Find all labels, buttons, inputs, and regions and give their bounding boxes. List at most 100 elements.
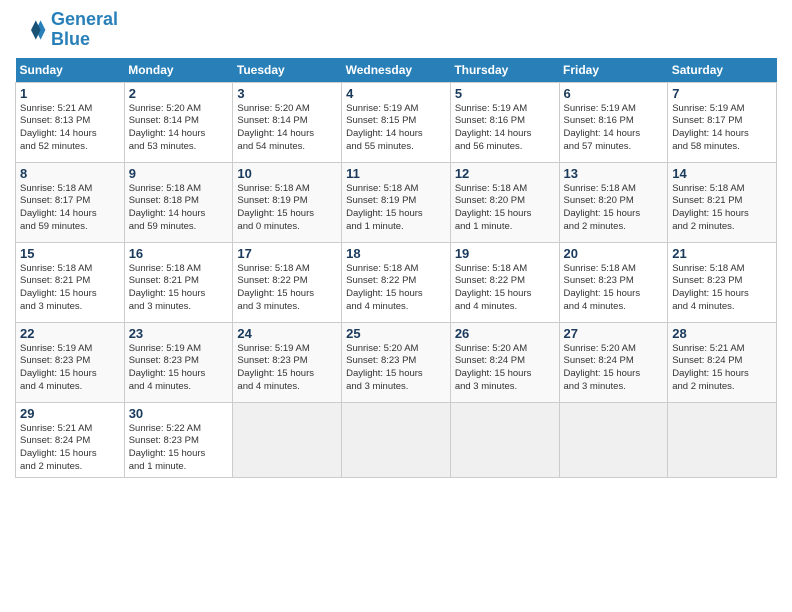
day-number: 25 xyxy=(346,326,446,341)
logo-text: General Blue xyxy=(51,10,118,50)
day-number: 27 xyxy=(564,326,664,341)
calendar-cell: 27 Sunrise: 5:20 AM Sunset: 8:24 PM Dayli… xyxy=(559,322,668,402)
calendar-cell: 10 Sunrise: 5:18 AM Sunset: 8:19 PM Dayli… xyxy=(233,162,342,242)
calendar-cell: 26 Sunrise: 5:20 AM Sunset: 8:24 PM Dayli… xyxy=(450,322,559,402)
day-info: Sunrise: 5:18 AM Sunset: 8:20 PM Dayligh… xyxy=(455,183,555,234)
day-header-thursday: Thursday xyxy=(450,58,559,83)
calendar-table: SundayMondayTuesdayWednesdayThursdayFrid… xyxy=(15,58,777,478)
day-info: Sunrise: 5:18 AM Sunset: 8:23 PM Dayligh… xyxy=(564,263,664,314)
day-info: Sunrise: 5:22 AM Sunset: 8:23 PM Dayligh… xyxy=(129,423,229,474)
day-number: 13 xyxy=(564,166,664,181)
calendar-cell: 2 Sunrise: 5:20 AM Sunset: 8:14 PM Daylig… xyxy=(124,82,233,162)
calendar-header: SundayMondayTuesdayWednesdayThursdayFrid… xyxy=(16,58,777,83)
day-number: 30 xyxy=(129,406,229,421)
day-header-tuesday: Tuesday xyxy=(233,58,342,83)
calendar-cell: 15 Sunrise: 5:18 AM Sunset: 8:21 PM Dayli… xyxy=(16,242,125,322)
calendar-cell: 25 Sunrise: 5:20 AM Sunset: 8:23 PM Dayli… xyxy=(342,322,451,402)
calendar-cell: 3Sunrise: 5:20 AM Sunset: 8:14 PM Daylig… xyxy=(233,82,342,162)
day-info: Sunrise: 5:18 AM Sunset: 8:19 PM Dayligh… xyxy=(346,183,446,234)
header: General Blue xyxy=(15,10,777,50)
day-info: Sunrise: 5:19 AM Sunset: 8:23 PM Dayligh… xyxy=(20,343,120,394)
calendar-cell: 28 Sunrise: 5:21 AM Sunset: 8:24 PM Dayli… xyxy=(668,322,777,402)
calendar-cell xyxy=(450,402,559,477)
day-info: Sunrise: 5:21 AM Sunset: 8:13 PM Dayligh… xyxy=(20,103,120,154)
day-info: Sunrise: 5:18 AM Sunset: 8:19 PM Dayligh… xyxy=(237,183,337,234)
day-number: 8 xyxy=(20,166,120,181)
logo-icon xyxy=(15,14,47,46)
day-number: 2 xyxy=(129,86,229,101)
day-number: 19 xyxy=(455,246,555,261)
day-info: Sunrise: 5:20 AM Sunset: 8:24 PM Dayligh… xyxy=(455,343,555,394)
calendar-cell: 22 Sunrise: 5:19 AM Sunset: 8:23 PM Dayli… xyxy=(16,322,125,402)
day-info: Sunrise: 5:20 AM Sunset: 8:24 PM Dayligh… xyxy=(564,343,664,394)
day-header-sunday: Sunday xyxy=(16,58,125,83)
calendar-cell: 11 Sunrise: 5:18 AM Sunset: 8:19 PM Dayli… xyxy=(342,162,451,242)
day-info: Sunrise: 5:21 AM Sunset: 8:24 PM Dayligh… xyxy=(672,343,772,394)
day-number: 1 xyxy=(20,86,120,101)
day-info: Sunrise: 5:19 AM Sunset: 8:23 PM Dayligh… xyxy=(129,343,229,394)
day-info: Sunrise: 5:18 AM Sunset: 8:21 PM Dayligh… xyxy=(129,263,229,314)
calendar-cell xyxy=(233,402,342,477)
day-number: 26 xyxy=(455,326,555,341)
day-number: 15 xyxy=(20,246,120,261)
calendar-cell: 19 Sunrise: 5:18 AM Sunset: 8:22 PM Dayli… xyxy=(450,242,559,322)
day-header-saturday: Saturday xyxy=(668,58,777,83)
calendar-cell: 8 Sunrise: 5:18 AM Sunset: 8:17 PM Daylig… xyxy=(16,162,125,242)
calendar-cell: 13 Sunrise: 5:18 AM Sunset: 8:20 PM Dayli… xyxy=(559,162,668,242)
day-number: 16 xyxy=(129,246,229,261)
day-info: Sunrise: 5:18 AM Sunset: 8:18 PM Dayligh… xyxy=(129,183,229,234)
day-number: 12 xyxy=(455,166,555,181)
day-number: 20 xyxy=(564,246,664,261)
day-info: Sunrise: 5:18 AM Sunset: 8:21 PM Dayligh… xyxy=(20,263,120,314)
day-number: 3 xyxy=(237,86,337,101)
day-info: Sunrise: 5:18 AM Sunset: 8:22 PM Dayligh… xyxy=(237,263,337,314)
calendar-cell: 20 Sunrise: 5:18 AM Sunset: 8:23 PM Dayli… xyxy=(559,242,668,322)
page-container: General Blue SundayMondayTuesdayWednesda… xyxy=(0,0,792,488)
day-info: Sunrise: 5:19 AM Sunset: 8:15 PM Dayligh… xyxy=(346,103,446,154)
calendar-cell: 4 Sunrise: 5:19 AM Sunset: 8:15 PM Daylig… xyxy=(342,82,451,162)
day-number: 22 xyxy=(20,326,120,341)
calendar-cell: 5 Sunrise: 5:19 AM Sunset: 8:16 PM Daylig… xyxy=(450,82,559,162)
day-header-wednesday: Wednesday xyxy=(342,58,451,83)
calendar-cell: 1 Sunrise: 5:21 AM Sunset: 8:13 PM Daylig… xyxy=(16,82,125,162)
calendar-cell: 17 Sunrise: 5:18 AM Sunset: 8:22 PM Dayli… xyxy=(233,242,342,322)
day-number: 5 xyxy=(455,86,555,101)
calendar-cell: 9 Sunrise: 5:18 AM Sunset: 8:18 PM Daylig… xyxy=(124,162,233,242)
day-info: Sunrise: 5:18 AM Sunset: 8:17 PM Dayligh… xyxy=(20,183,120,234)
day-info: Sunrise: 5:19 AM Sunset: 8:16 PM Dayligh… xyxy=(564,103,664,154)
day-header-friday: Friday xyxy=(559,58,668,83)
day-number: 4 xyxy=(346,86,446,101)
day-number: 7 xyxy=(672,86,772,101)
day-info: Sunrise: 5:19 AM Sunset: 8:16 PM Dayligh… xyxy=(455,103,555,154)
day-number: 17 xyxy=(237,246,337,261)
day-info: Sunrise: 5:19 AM Sunset: 8:23 PM Dayligh… xyxy=(237,343,337,394)
day-info: Sunrise: 5:21 AM Sunset: 8:24 PM Dayligh… xyxy=(20,423,120,474)
calendar-cell: 6 Sunrise: 5:19 AM Sunset: 8:16 PM Daylig… xyxy=(559,82,668,162)
day-info: Sunrise: 5:20 AM Sunset: 8:23 PM Dayligh… xyxy=(346,343,446,394)
day-number: 24 xyxy=(237,326,337,341)
calendar-cell: 12 Sunrise: 5:18 AM Sunset: 8:20 PM Dayli… xyxy=(450,162,559,242)
day-number: 10 xyxy=(237,166,337,181)
calendar-cell: 30 Sunrise: 5:22 AM Sunset: 8:23 PM Dayli… xyxy=(124,402,233,477)
calendar-cell xyxy=(559,402,668,477)
day-number: 11 xyxy=(346,166,446,181)
day-number: 29 xyxy=(20,406,120,421)
day-number: 23 xyxy=(129,326,229,341)
day-info: Sunrise: 5:18 AM Sunset: 8:22 PM Dayligh… xyxy=(455,263,555,314)
day-info: Sunrise: 5:18 AM Sunset: 8:21 PM Dayligh… xyxy=(672,183,772,234)
day-number: 28 xyxy=(672,326,772,341)
calendar-cell: 7Sunrise: 5:19 AM Sunset: 8:17 PM Daylig… xyxy=(668,82,777,162)
day-info: Sunrise: 5:20 AM Sunset: 8:14 PM Dayligh… xyxy=(129,103,229,154)
day-number: 9 xyxy=(129,166,229,181)
day-info: Sunrise: 5:18 AM Sunset: 8:20 PM Dayligh… xyxy=(564,183,664,234)
calendar-cell: 18Sunrise: 5:18 AM Sunset: 8:22 PM Dayli… xyxy=(342,242,451,322)
calendar-cell xyxy=(668,402,777,477)
calendar-cell: 23 Sunrise: 5:19 AM Sunset: 8:23 PM Dayli… xyxy=(124,322,233,402)
calendar-cell: 16 Sunrise: 5:18 AM Sunset: 8:21 PM Dayli… xyxy=(124,242,233,322)
calendar-cell xyxy=(342,402,451,477)
calendar-cell: 21Sunrise: 5:18 AM Sunset: 8:23 PM Dayli… xyxy=(668,242,777,322)
calendar-cell: 14 Sunrise: 5:18 AM Sunset: 8:21 PM Dayli… xyxy=(668,162,777,242)
day-number: 14 xyxy=(672,166,772,181)
day-number: 21 xyxy=(672,246,772,261)
day-number: 6 xyxy=(564,86,664,101)
